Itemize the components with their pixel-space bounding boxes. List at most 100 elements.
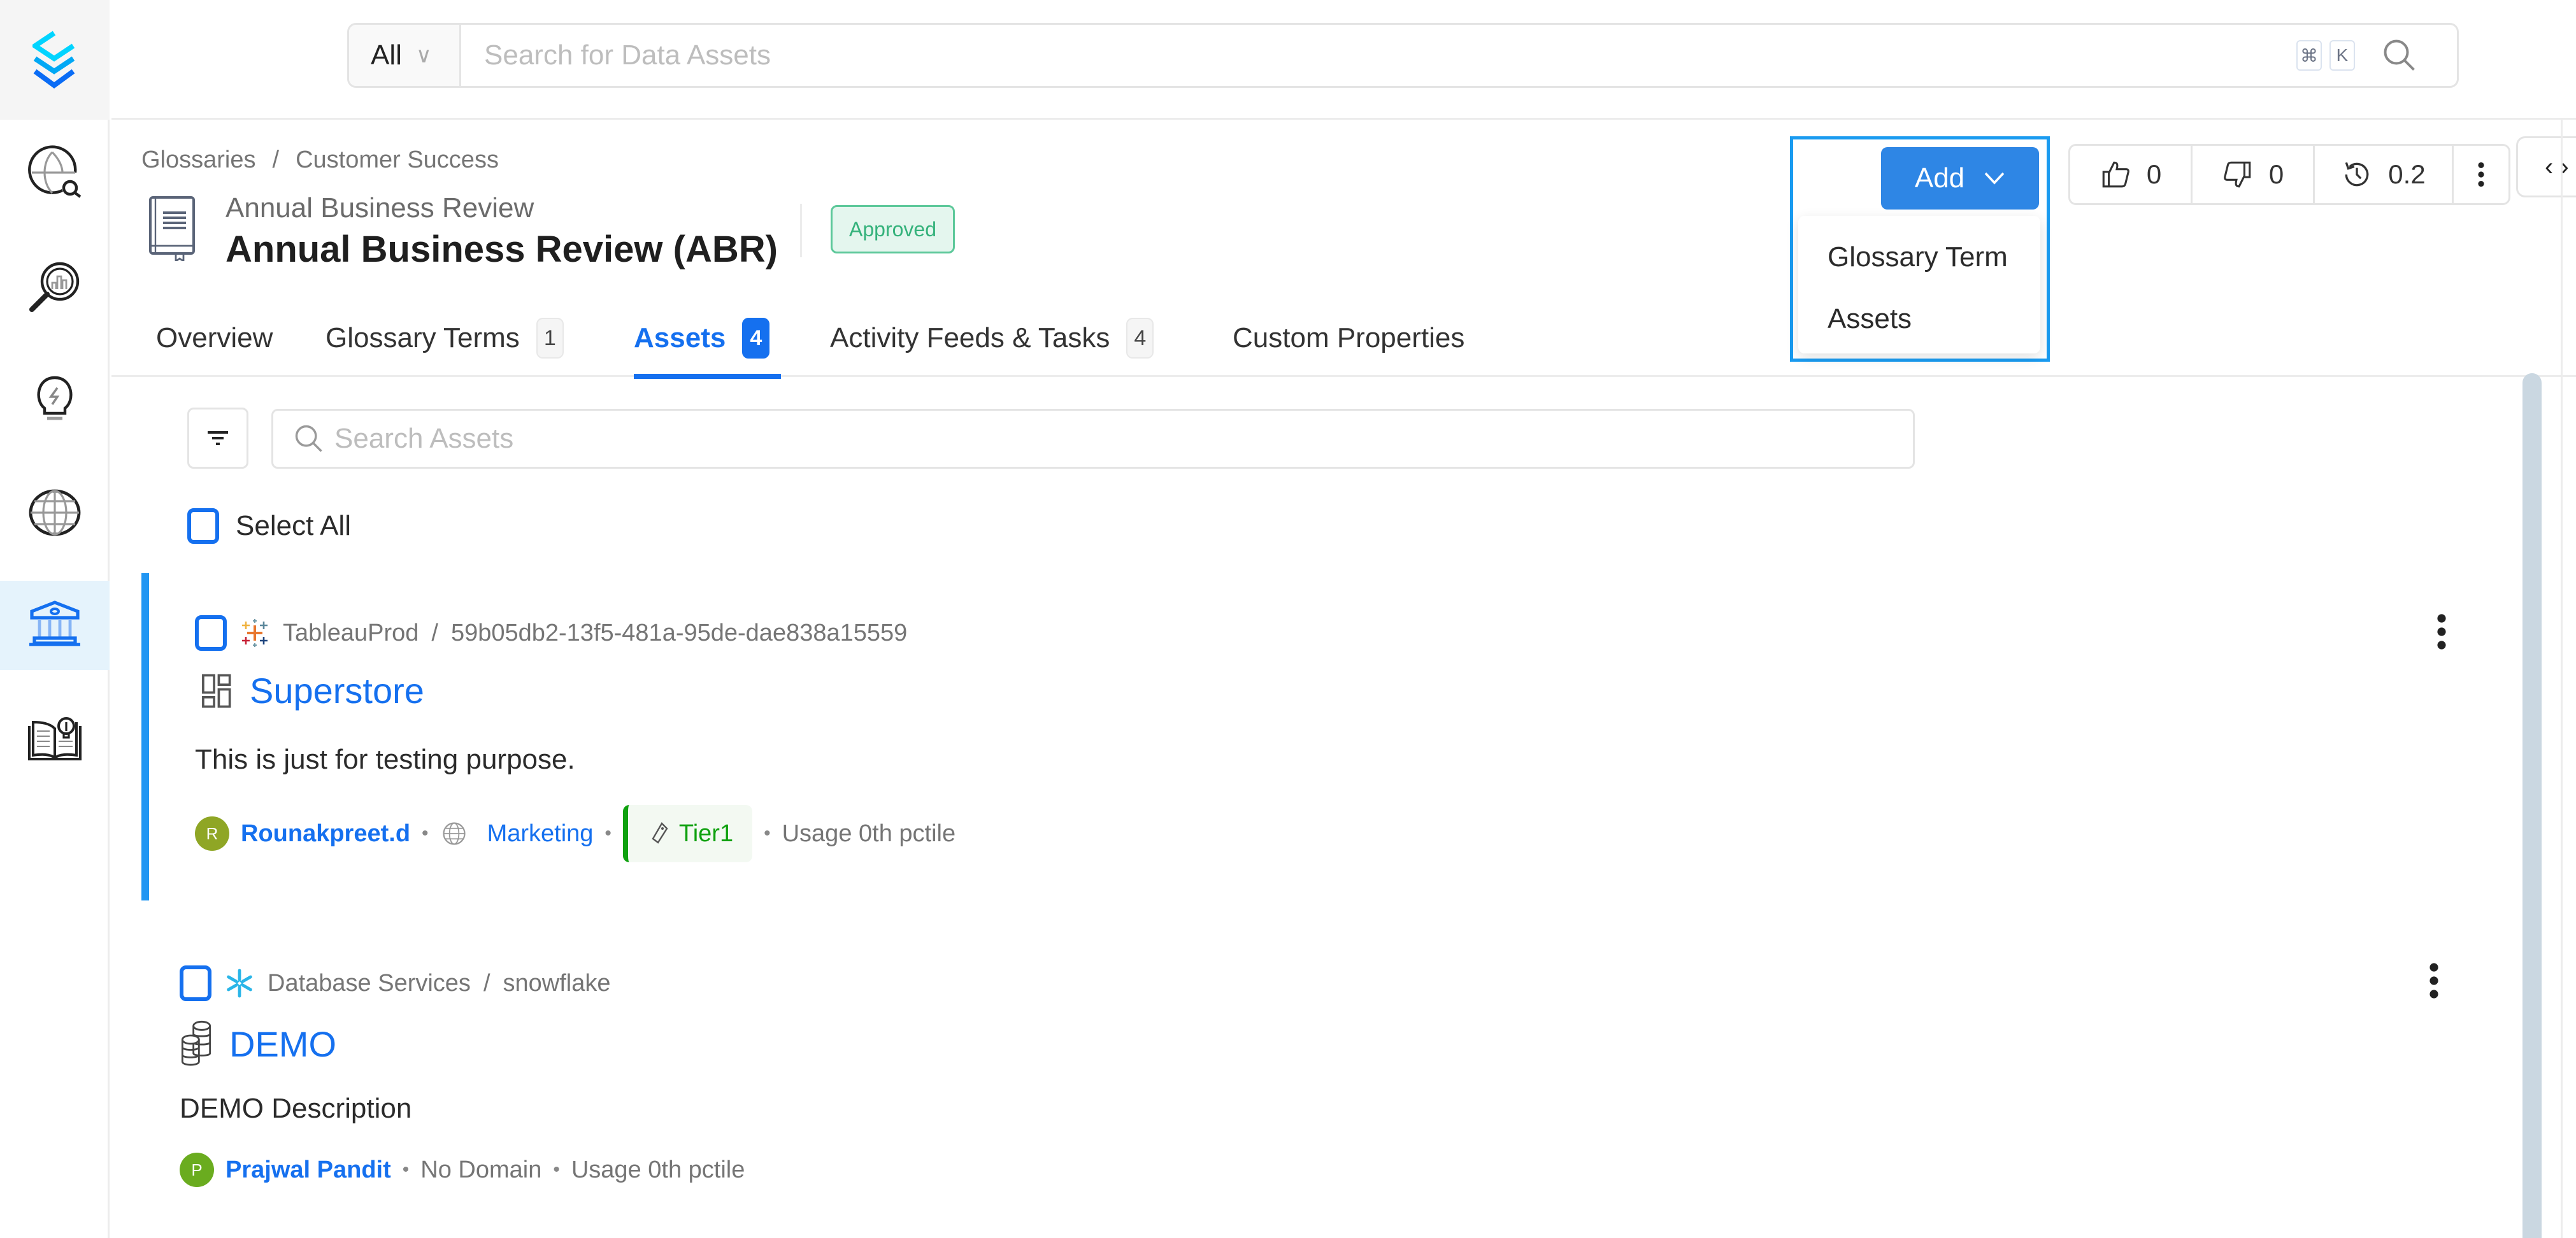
sidebar-item-explore[interactable] (0, 131, 110, 220)
book-lightbulb-icon (28, 717, 82, 760)
search-scope-dropdown[interactable]: All ∨ (349, 25, 461, 86)
add-button[interactable]: Add (1881, 147, 2039, 210)
select-all[interactable]: Select All (187, 508, 351, 544)
right-panel-divider (2561, 120, 2563, 1238)
separator-dot: • (553, 1159, 560, 1180)
search-placeholder: Search for Data Assets (484, 39, 771, 71)
thumbs-up-icon (2102, 161, 2129, 188)
breadcrumb: Glossaries / Customer Success (141, 146, 499, 174)
global-search-input[interactable]: Search for Data Assets (461, 25, 2296, 86)
tab-count-badge: 4 (742, 318, 770, 359)
usage-percentile: Usage 0th pctile (782, 820, 956, 847)
asset-name-link[interactable]: Superstore (250, 670, 424, 711)
tab-custom-properties[interactable]: Custom Properties (1233, 299, 1464, 377)
owner-link[interactable]: Rounakpreet.d (241, 820, 410, 848)
breadcrumb-separator: / (431, 619, 438, 646)
menu-item-glossary-term[interactable]: Glossary Term (1828, 241, 2008, 273)
sidebar-item-insights[interactable] (0, 353, 110, 443)
search-icon (295, 425, 322, 452)
sidebar-item-domains[interactable] (0, 468, 110, 557)
tab-label: Custom Properties (1233, 322, 1465, 353)
tab-label: Glossary Terms (326, 322, 520, 353)
separator-dot: • (402, 1159, 410, 1180)
select-all-label: Select All (236, 510, 351, 541)
upvote-button[interactable]: 0 (2070, 146, 2193, 203)
tab-label: Assets (634, 322, 726, 353)
asset-name-link[interactable]: DEMO (229, 1023, 336, 1065)
asset-card[interactable]: TableauProd / 59b05db2-13f5-481a-95de-da… (141, 573, 2524, 900)
asset-breadcrumb: Database Services / snowflake (180, 965, 610, 1001)
search-scope-value: All (371, 39, 402, 71)
tab-label: Activity Feeds & Tasks (830, 322, 1110, 353)
globe-icon (442, 822, 466, 845)
downvote-count: 0 (2268, 159, 2284, 189)
asset-service[interactable]: TableauProd (283, 620, 419, 647)
asset-title: Superstore (201, 670, 424, 711)
search-icon[interactable] (2380, 36, 2419, 75)
upvote-count: 0 (2146, 159, 2162, 189)
tag-icon (652, 822, 668, 844)
asset-card[interactable]: Database Services / snowflake DEMO DEMO … (141, 923, 2524, 1238)
tier-label: Tier1 (678, 820, 734, 847)
tab-glossary-terms[interactable]: Glossary Terms 1 (326, 299, 564, 377)
keyboard-shortcut: ⌘ K (2296, 25, 2355, 86)
tableau-icon (242, 619, 268, 647)
asset-search-input[interactable]: Search Assets (271, 409, 1915, 469)
asset-metadata: R Rounakpreet.d • Marketing • Tier1 • Us… (195, 805, 955, 862)
globe-icon (29, 489, 81, 536)
usage-percentile: Usage 0th pctile (571, 1156, 745, 1183)
version-button[interactable]: 0.2 (2315, 146, 2454, 203)
downvote-button[interactable]: 0 (2193, 146, 2315, 203)
command-key-icon: ⌘ (2296, 40, 2322, 71)
glossary-term-icon (149, 196, 195, 261)
asset-checkbox[interactable] (195, 615, 227, 651)
database-icon (181, 1020, 211, 1066)
domain-link[interactable]: Marketing (487, 820, 594, 848)
kebab-menu-icon[interactable] (2424, 962, 2444, 1000)
chevron-down-icon: ∨ (415, 43, 432, 68)
owner-link[interactable]: Prajwal Pandit (225, 1156, 391, 1184)
entity-display-name: Annual Business Review (225, 192, 534, 224)
lightbulb-icon (37, 376, 73, 420)
sidebar-item-observability[interactable] (0, 242, 110, 331)
sidebar-item-knowledge[interactable] (0, 694, 110, 783)
globe-search-icon (28, 145, 82, 198)
asset-title: DEMO (180, 1020, 336, 1067)
version-number: 0.2 (2388, 159, 2426, 189)
kebab-menu-icon[interactable] (2432, 613, 2451, 651)
asset-path[interactable]: snowflake (503, 970, 611, 997)
more-options-button[interactable] (2454, 146, 2508, 203)
asset-breadcrumb: TableauProd / 59b05db2-13f5-481a-95de-da… (195, 615, 907, 651)
bank-icon (29, 601, 80, 646)
breadcrumb-glossaries[interactable]: Glossaries (141, 146, 256, 174)
tab-count-badge: 4 (1126, 318, 1154, 359)
sidebar (0, 0, 110, 1238)
asset-service[interactable]: Database Services (268, 970, 471, 997)
status-badge: Approved (831, 205, 955, 253)
logo[interactable] (0, 0, 110, 120)
tab-label: Overview (156, 322, 273, 353)
panel-toggle-button[interactable]: ‹ › (2516, 136, 2576, 197)
asset-path[interactable]: 59b05db2-13f5-481a-95de-dae838a15559 (451, 620, 907, 647)
tier-tag[interactable]: Tier1 (622, 805, 753, 862)
breadcrumb-customer-success[interactable]: Customer Success (296, 146, 499, 174)
tab-activity-feeds[interactable]: Activity Feeds & Tasks 4 (830, 299, 1154, 377)
sidebar-item-governance[interactable] (0, 581, 110, 670)
breadcrumb-separator: / (483, 969, 490, 997)
snowflake-icon (227, 969, 252, 998)
asset-metadata: P Prajwal Pandit • No Domain • Usage 0th… (180, 1153, 745, 1187)
chevron-down-icon (1984, 172, 2005, 185)
page-title: Annual Business Review (ABR) (225, 229, 778, 270)
entity-actions-toolbar: 0 0 0.2 (2068, 144, 2510, 205)
asset-checkbox[interactable] (180, 965, 211, 1001)
filter-button[interactable] (187, 408, 248, 469)
select-all-checkbox[interactable] (187, 508, 219, 544)
kebab-menu-icon (2478, 162, 2484, 187)
filter-icon (208, 431, 228, 445)
tab-overview[interactable]: Overview (156, 299, 273, 377)
owner-avatar: R (195, 816, 229, 851)
asset-description: DEMO Description (180, 1093, 412, 1124)
content-scrollbar[interactable] (2522, 373, 2542, 1238)
global-search-bar: All ∨ Search for Data Assets ⌘ K (347, 23, 2459, 88)
tab-assets[interactable]: Assets 4 (634, 299, 782, 379)
